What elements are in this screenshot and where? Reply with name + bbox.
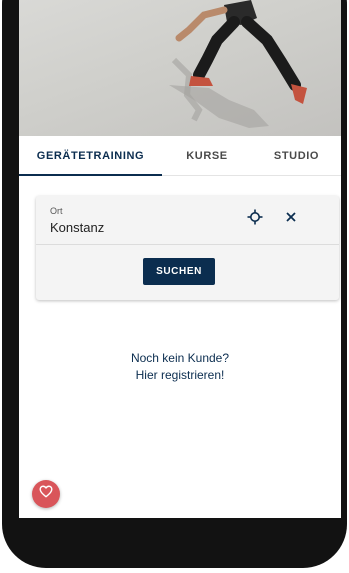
tab-kurse[interactable]: KURSE <box>162 137 252 175</box>
tab-studio[interactable]: STUDIO <box>252 137 341 175</box>
search-button[interactable]: SUCHEN <box>143 258 215 285</box>
tab-bar: GERÄTETRAINING KURSE STUDIO <box>19 137 341 176</box>
runner-illustration <box>169 0 307 128</box>
location-input[interactable]: Konstanz <box>50 220 104 235</box>
search-card: Ort Konstanz SUCHEN <box>36 196 339 300</box>
location-field[interactable]: Ort Konstanz <box>36 196 339 245</box>
hero-image <box>19 0 341 136</box>
register-link[interactable]: Hier registrieren! <box>19 367 341 384</box>
register-prompt: Noch kein Kunde? Hier registrieren! <box>19 350 341 384</box>
tab-geraetetraining[interactable]: GERÄTETRAINING <box>19 137 162 176</box>
close-icon[interactable] <box>283 209 299 225</box>
crosshair-icon[interactable] <box>247 209 263 225</box>
location-label: Ort <box>50 206 63 216</box>
phone-frame: GERÄTETRAINING KURSE STUDIO Ort Konstanz <box>2 0 347 568</box>
register-question: Noch kein Kunde? <box>130 351 230 365</box>
heart-icon <box>39 485 53 503</box>
app-screen: GERÄTETRAINING KURSE STUDIO Ort Konstanz <box>19 0 341 518</box>
favorite-button[interactable] <box>32 480 60 508</box>
